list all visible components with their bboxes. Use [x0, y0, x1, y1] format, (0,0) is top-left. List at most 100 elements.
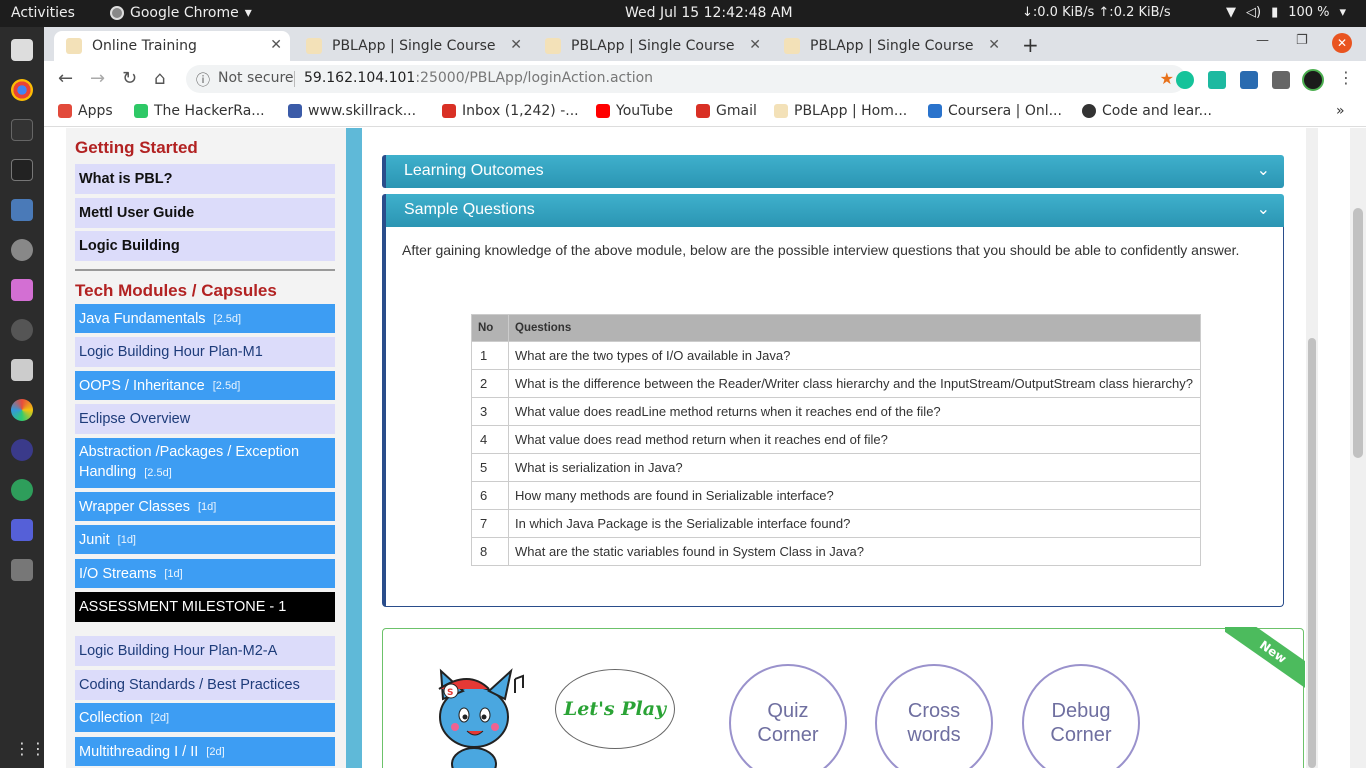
module-collection[interactable]: Collection [2d]	[75, 703, 335, 732]
close-icon[interactable]: ✕	[270, 37, 282, 53]
settings-icon[interactable]	[11, 239, 33, 261]
question-text: What value does read method return when …	[508, 425, 1201, 454]
system-monitor-icon[interactable]	[11, 119, 33, 141]
debug-corner-link[interactable]: Debug Corner	[1022, 664, 1140, 768]
app-store-icon[interactable]	[11, 319, 33, 341]
software-icon[interactable]	[11, 199, 33, 221]
learning-outcomes-accordion[interactable]: Learning Outcomes ⌄	[382, 155, 1284, 188]
module-label: ASSESSMENT MILESTONE - 1	[79, 599, 287, 615]
content-scrollbar[interactable]	[1306, 128, 1318, 768]
module-content: Learning Outcomes ⌄ Sample Questions ⌄ A…	[362, 128, 1306, 768]
bookmark-code[interactable]: Code and lear...	[1082, 103, 1212, 119]
sample-questions-accordion[interactable]: Sample Questions ⌄	[382, 194, 1284, 227]
tab-single-course[interactable]: PBLApp | Single Course ✕	[294, 31, 530, 61]
files-icon[interactable]	[11, 39, 33, 61]
disk-icon[interactable]	[11, 559, 33, 581]
security-label: Not secure	[218, 70, 294, 86]
module-io-streams[interactable]: I/O Streams [1d]	[75, 559, 335, 588]
sidebar-item-what-is-pbl[interactable]: What is PBL?	[75, 164, 335, 194]
dock: ⋮⋮⋮	[0, 27, 62, 768]
divider	[75, 269, 335, 271]
module-duration: [2.5d]	[213, 312, 242, 325]
bookmark-coursera[interactable]: Coursera | Onl...	[928, 103, 1062, 119]
forward-button[interactable]: →	[90, 68, 105, 89]
app-menu[interactable]: Google Chrome ▾	[110, 5, 252, 21]
module-assessment-milestone[interactable]: ASSESSMENT MILESTONE - 1	[75, 592, 335, 622]
divider	[294, 71, 295, 87]
clock[interactable]: Wed Jul 15 12:42:48 AM	[625, 5, 793, 21]
close-icon[interactable]: ✕	[510, 37, 522, 53]
bookmark-skillrack[interactable]: www.skillrack...	[288, 103, 416, 119]
scrollbar-thumb[interactable]	[1308, 338, 1316, 768]
module-java-fundamentals[interactable]: Java Fundamentals [2.5d]	[75, 304, 335, 333]
new-badge: New	[1225, 627, 1305, 696]
more-menu-icon[interactable]: ⋮	[1338, 68, 1354, 87]
module-logic-building-m1[interactable]: Logic Building Hour Plan-M1	[75, 337, 335, 367]
address-bar[interactable]: ⓘ Not secure 59.162.104.101:25000/PBLApp…	[186, 65, 1186, 93]
chrome-dock-icon[interactable]	[11, 79, 33, 101]
eclipse-icon[interactable]	[11, 439, 33, 461]
module-label: Junit	[79, 531, 110, 548]
system-menu[interactable]: ▼ ◁) ▮ 100 % ▾	[1226, 5, 1346, 20]
puzzle-icon[interactable]	[1272, 71, 1290, 89]
table-row: 2 What is the difference between the Read…	[471, 369, 1201, 398]
module-wrapper-classes[interactable]: Wrapper Classes [1d]	[75, 492, 335, 521]
page-scrollbar[interactable]	[1350, 128, 1366, 768]
restore-button[interactable]: ❐	[1296, 33, 1308, 48]
tab-single-course[interactable]: PBLApp | Single Course ✕	[533, 31, 769, 61]
bookmark-label: Gmail	[716, 103, 757, 119]
terminal-icon[interactable]	[11, 159, 33, 181]
module-label: I/O Streams	[79, 565, 157, 582]
quiz-corner-link[interactable]: Quiz Corner	[729, 664, 847, 768]
module-oops[interactable]: OOPS / Inheritance [2.5d]	[75, 371, 335, 400]
module-junit[interactable]: Junit [1d]	[75, 525, 335, 554]
tweaks-icon[interactable]	[11, 279, 33, 301]
screenshot-icon[interactable]	[11, 359, 33, 381]
bookmark-apps[interactable]: Apps	[58, 103, 113, 119]
url-host: 59.162.104.101	[304, 70, 416, 86]
play-extension-icon[interactable]	[1208, 71, 1226, 89]
tab-single-course[interactable]: PBLApp | Single Course ✕	[772, 31, 1008, 61]
color-picker-icon[interactable]	[11, 399, 33, 421]
home-button[interactable]: ⌂	[154, 68, 165, 89]
sidebar-item-mettl-guide[interactable]: Mettl User Guide	[75, 198, 335, 228]
info-icon[interactable]: ⓘ	[196, 70, 210, 90]
bookmarks-more-button[interactable]: »	[1336, 103, 1345, 119]
module-multithreading[interactable]: Multithreading I / II [2d]	[75, 737, 335, 766]
gmail-icon	[696, 104, 710, 118]
reload-button[interactable]: ↻	[122, 68, 137, 89]
sample-questions-body: After gaining knowledge of the above mod…	[382, 227, 1284, 607]
bookmark-inbox[interactable]: Inbox (1,242) -...	[442, 103, 579, 119]
code-icon	[1082, 104, 1096, 118]
profile-avatar[interactable]	[1302, 69, 1324, 91]
accordion-title: Learning Outcomes	[404, 162, 544, 179]
scrollbar-thumb[interactable]	[1353, 208, 1363, 458]
module-coding-standards[interactable]: Coding Standards / Best Practices	[75, 670, 335, 700]
questions-table: No Questions 1 What are the two types of …	[471, 314, 1201, 566]
module-logic-building-m2a[interactable]: Logic Building Hour Plan-M2-A	[75, 636, 335, 666]
bookmark-pblapp[interactable]: PBLApp | Hom...	[774, 103, 907, 119]
bookmark-label: PBLApp | Hom...	[794, 103, 908, 119]
bookmark-hackerrank[interactable]: The HackerRa...	[134, 103, 265, 119]
bookmark-gmail[interactable]: Gmail	[696, 103, 757, 119]
close-icon[interactable]: ✕	[988, 37, 1000, 53]
activities-button[interactable]: Activities	[11, 5, 75, 21]
close-icon[interactable]: ✕	[749, 37, 761, 53]
apps-grid-icon	[58, 104, 72, 118]
bookmark-youtube[interactable]: YouTube	[596, 103, 673, 119]
tab-online-training[interactable]: Online Training ✕	[54, 31, 290, 61]
screen-capture-icon[interactable]	[11, 519, 33, 541]
bookmark-star-icon[interactable]: ★	[1160, 69, 1174, 88]
sidebar-item-logic-building[interactable]: Logic Building	[75, 231, 335, 261]
extension-icon[interactable]	[1240, 71, 1258, 89]
back-button[interactable]: ←	[58, 68, 73, 89]
module-abstraction[interactable]: Abstraction /Packages / Exception Handli…	[75, 438, 335, 488]
browser-icon[interactable]	[11, 479, 33, 501]
module-eclipse-overview[interactable]: Eclipse Overview	[75, 404, 335, 434]
grammarly-icon[interactable]	[1176, 71, 1194, 89]
url-path: :25000/PBLApp/loginAction.action	[415, 70, 654, 86]
minimize-button[interactable]: —	[1256, 33, 1269, 48]
cross-words-link[interactable]: Cross words	[875, 664, 993, 768]
new-tab-button[interactable]: +	[1022, 33, 1039, 57]
close-window-button[interactable]: ✕	[1332, 33, 1352, 53]
